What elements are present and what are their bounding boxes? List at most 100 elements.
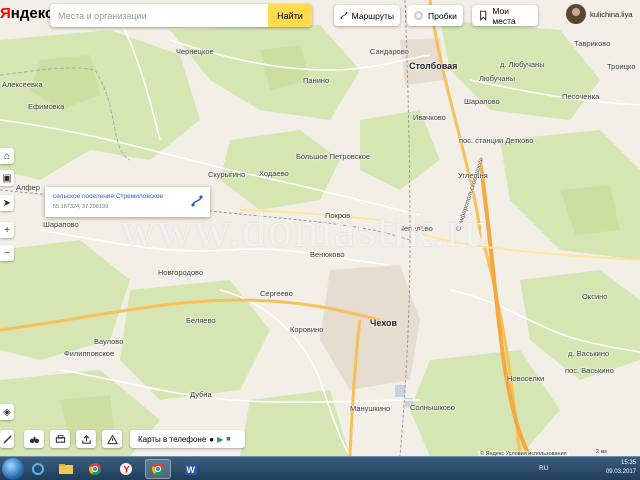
place-label: Манушкино: [350, 404, 391, 413]
bus-icon: ▣: [2, 172, 12, 184]
place-label: пос. станции Детково: [459, 136, 534, 145]
place-label: Столбовая: [409, 61, 458, 71]
share-button[interactable]: [76, 430, 96, 448]
binoculars-icon: [29, 436, 39, 443]
layers-icon: ◈: [3, 406, 11, 418]
ruler-button[interactable]: [0, 430, 14, 448]
place-label: д. Любучаны: [500, 60, 545, 69]
place-label: Сергеево: [260, 289, 293, 298]
taskbar: Y W RU 15:35 09.03.2017: [0, 456, 640, 480]
chrome-icon: [88, 463, 101, 476]
place-label: Ивачково: [413, 113, 446, 122]
mobile-app-label: Карты в телефоне: [138, 434, 207, 444]
apple-icon: ●: [209, 434, 215, 444]
yandex-logo[interactable]: Яндекс: [0, 5, 53, 22]
taskbar-chrome-active[interactable]: [145, 459, 171, 479]
place-label: Новгородово: [158, 268, 204, 277]
avatar: [566, 4, 586, 24]
my-places-label: Мои места: [492, 5, 516, 26]
clock[interactable]: 15:35 09.03.2017: [606, 459, 636, 477]
transport-button[interactable]: ▣: [0, 170, 14, 186]
warning-icon: [106, 433, 118, 444]
home-button[interactable]: ⌂: [0, 148, 14, 164]
printer-icon: [55, 434, 65, 443]
start-button[interactable]: [2, 458, 24, 480]
user-menu[interactable]: kulichina.liya: [566, 4, 633, 24]
place-label: Коровино: [290, 325, 324, 334]
popup-coordinates: 55.187324, 37.298199: [53, 204, 109, 210]
zoom-in-button[interactable]: +: [0, 222, 14, 238]
home-icon: ⌂: [3, 150, 11, 162]
place-label: Чехов: [370, 318, 398, 328]
folder-icon: [59, 464, 73, 474]
report-button[interactable]: [102, 430, 122, 448]
ruler-icon: [2, 434, 12, 444]
traffic-button[interactable]: Пробки: [407, 5, 463, 26]
language-indicator[interactable]: RU: [539, 465, 548, 472]
place-label: Панино: [303, 76, 330, 85]
windows-icon: ■: [226, 435, 231, 443]
ie-icon: [32, 463, 44, 475]
play-store-icon: ▶: [217, 434, 224, 444]
place-label: Шарапово: [464, 97, 500, 106]
clock-date: 09.03.2017: [605, 469, 636, 475]
place-label: Ходаево: [259, 169, 289, 178]
user-name: kulichina.liya: [590, 9, 633, 19]
layers-button[interactable]: ◈: [0, 404, 14, 420]
place-label: Тавриково: [574, 39, 611, 48]
taskbar-yandex-browser[interactable]: Y: [113, 459, 139, 479]
routes-label: Маршруты: [351, 10, 394, 21]
location-arrow-icon: ➤: [2, 197, 12, 209]
traffic-label: Пробки: [428, 10, 457, 21]
search-bar: Найти: [50, 4, 312, 27]
place-label: Большое Петровское: [296, 152, 371, 161]
place-label: Шарапово: [43, 220, 79, 229]
my-places-button[interactable]: Мои места: [472, 5, 538, 26]
place-popup[interactable]: сельское поселение Стремиловское 55.1873…: [45, 187, 210, 217]
place-label: Ефимовка: [28, 102, 65, 111]
scale-bar: 2 км: [596, 449, 607, 455]
route-icon: [340, 11, 348, 20]
place-label: Алфер: [16, 183, 40, 192]
taskbar-word[interactable]: W: [178, 459, 204, 479]
routes-button[interactable]: Маршруты: [334, 5, 400, 26]
place-label: д. Васькино: [568, 349, 610, 358]
place-label: Чернецкое: [176, 47, 214, 56]
place-label: Любучаны: [479, 74, 516, 83]
place-label: Филипповское: [64, 349, 115, 358]
minus-icon: −: [4, 247, 10, 259]
share-icon: [81, 434, 91, 444]
popup-title[interactable]: сельское поселение Стремиловское: [53, 193, 163, 200]
taskbar-ie[interactable]: [25, 459, 51, 479]
route-icon[interactable]: [190, 194, 204, 208]
chrome-icon: [151, 463, 164, 476]
place-label: Алексеевка: [2, 80, 43, 89]
panorama-button[interactable]: [24, 430, 44, 448]
place-label: Солнышково: [410, 403, 455, 412]
place-label: Скурыгино: [208, 170, 246, 179]
place-label: Беляево: [186, 316, 216, 325]
yandex-browser-icon: Y: [120, 463, 132, 475]
locate-button[interactable]: ➤: [0, 195, 14, 211]
place-label: Ваулово: [94, 337, 124, 346]
plus-icon: +: [4, 224, 10, 236]
place-label: Троицко: [607, 62, 636, 71]
print-button[interactable]: [50, 430, 70, 448]
place-label: Сандарово: [370, 47, 409, 56]
svg-text:W: W: [187, 465, 196, 475]
clock-time: 15:35: [620, 460, 636, 466]
traffic-icon: [413, 10, 424, 21]
search-input[interactable]: [50, 4, 268, 27]
search-button[interactable]: Найти: [268, 4, 312, 27]
place-label: Дубна: [190, 390, 212, 399]
mobile-app-promo[interactable]: Карты в телефоне ● ▶ ■: [130, 430, 245, 448]
place-label: Песоченка: [562, 92, 600, 101]
taskbar-explorer[interactable]: [53, 459, 79, 479]
place-label: пос. Васькино: [565, 366, 614, 375]
place-label: Новоселки: [507, 374, 545, 383]
place-label: Оксино: [582, 292, 608, 301]
svg-text:Y: Y: [124, 465, 130, 475]
taskbar-chrome[interactable]: [82, 459, 108, 479]
zoom-out-button[interactable]: −: [0, 245, 14, 261]
map-canvas[interactable]: Алексеевка Ефимовка Чернецкое Сандарово …: [0, 0, 640, 456]
